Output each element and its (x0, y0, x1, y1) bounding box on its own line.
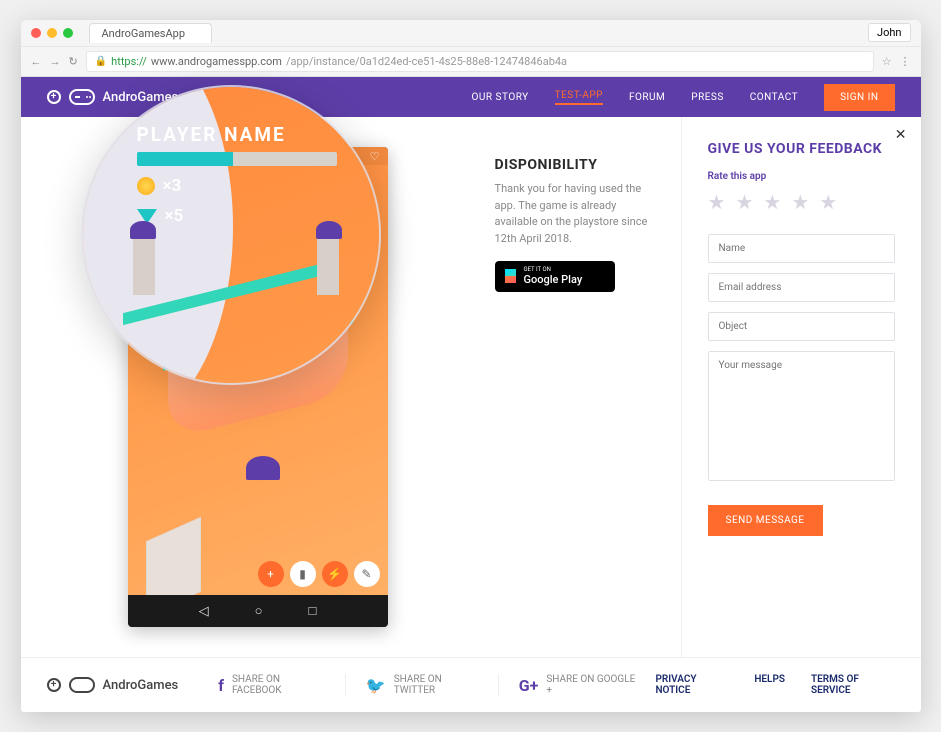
android-navbar: ◁ ○ □ (128, 595, 388, 627)
name-field[interactable] (708, 234, 895, 263)
share-googleplus[interactable]: G+ SHARE ON GOOGLE + (498, 674, 656, 696)
site-footer: + AndroGames f SHARE ON FACEBOOK 🐦 SHARE… (21, 657, 921, 712)
maximize-window-icon[interactable] (63, 28, 73, 38)
helps-link[interactable]: HELPS (754, 674, 785, 696)
share-tw-label: SHARE ON TWITTER (394, 674, 478, 696)
google-play-button[interactable]: GET IT ON Google Play (495, 261, 615, 292)
android-back-icon[interactable]: ◁ (199, 604, 209, 619)
minimize-window-icon[interactable] (47, 28, 57, 38)
twitter-icon: 🐦 (366, 676, 386, 695)
facebook-icon: f (218, 676, 224, 695)
feedback-panel: ✕ GIVE US YOUR FEEDBACK Rate this app ★ … (681, 117, 921, 657)
gplay-label: Google Play (524, 274, 583, 286)
feedback-form: SEND MESSAGE (708, 234, 895, 536)
share-gp-label: SHARE ON GOOGLE + (546, 674, 635, 696)
email-field[interactable] (708, 273, 895, 302)
nav-test-app[interactable]: TEST-APP (555, 90, 603, 105)
url-host: www.androgamesspp.com (151, 55, 282, 68)
menu-icon[interactable]: ⋮ (900, 55, 911, 68)
preview-column: ♡ + ▮ ⚡ ✎ (21, 117, 495, 657)
lock-icon: 🔒 (95, 56, 107, 67)
game-hud: PLAYER NAME ×3 ×5 (137, 123, 359, 226)
hp-bar (137, 152, 337, 166)
profile-chip[interactable]: John (868, 23, 910, 42)
coin-icon (137, 177, 155, 195)
nav-forum[interactable]: FORUM (629, 92, 665, 103)
google-play-icon (505, 269, 516, 283)
disponibility-title: DISPONIBILITY (495, 157, 661, 173)
star-3-icon[interactable]: ★ (763, 190, 781, 214)
url-path: /app/instance/0a1d24ed-ce51-4s25-88e8-12… (286, 55, 567, 68)
tos-link[interactable]: TERMS OF SERVICE (811, 674, 895, 696)
footer-brand-label: AndroGames (103, 678, 179, 693)
rate-label: Rate this app (708, 171, 895, 182)
share-fb-label: SHARE ON FACEBOOK (232, 674, 325, 696)
disponibility-text: Thank you for having used the app. The g… (495, 181, 661, 247)
browser-window: AndroGamesApp John ← → ↻ 🔒 https:// www.a… (21, 20, 921, 712)
star-5-icon[interactable]: ★ (819, 190, 837, 214)
reload-icon[interactable]: ↻ (69, 55, 78, 68)
action-item-icon[interactable]: ▮ (290, 561, 316, 587)
footer-brand[interactable]: + AndroGames (47, 677, 179, 693)
sign-in-button[interactable]: SIGN IN (824, 84, 894, 111)
nav-links: OUR STORY TEST-APP FORUM PRESS CONTACT S… (472, 84, 895, 111)
android-recent-icon[interactable]: □ (309, 603, 317, 619)
action-edit-icon[interactable]: ✎ (354, 561, 380, 587)
gem-count: ×5 (165, 206, 184, 226)
share-facebook[interactable]: f SHARE ON FACEBOOK (198, 674, 345, 696)
main-content: ♡ + ▮ ⚡ ✎ (21, 117, 921, 657)
magnifier-lens: PLAYER NAME ×3 ×5 (81, 85, 381, 385)
star-4-icon[interactable]: ★ (791, 190, 809, 214)
browser-tab[interactable]: AndroGamesApp (89, 23, 213, 43)
gamepad-icon (69, 677, 95, 693)
object-field[interactable] (708, 312, 895, 341)
close-window-icon[interactable] (31, 28, 41, 38)
action-plus-icon[interactable]: + (258, 561, 284, 587)
plus-icon: + (47, 678, 61, 692)
privacy-link[interactable]: PRIVACY NOTICE (655, 674, 728, 696)
url-scheme: https:// (111, 55, 147, 68)
nav-contact[interactable]: CONTACT (750, 92, 798, 103)
close-icon[interactable]: ✕ (895, 127, 907, 143)
player-name-label: PLAYER NAME (137, 123, 359, 146)
info-column: DISPONIBILITY Thank you for having used … (495, 117, 681, 657)
browser-chrome: AndroGamesApp John ← → ↻ 🔒 https:// www.a… (21, 20, 921, 77)
android-home-icon[interactable]: ○ (255, 603, 263, 619)
address-bar[interactable]: 🔒 https:// www.androgamesspp.com/app/inst… (86, 51, 874, 72)
back-icon[interactable]: ← (31, 55, 42, 68)
send-message-button[interactable]: SEND MESSAGE (708, 505, 823, 536)
bookmark-star-icon[interactable]: ☆ (882, 55, 892, 68)
rating-stars: ★ ★ ★ ★ ★ (708, 190, 895, 214)
feedback-title: GIVE US YOUR FEEDBACK (708, 141, 895, 157)
star-1-icon[interactable]: ★ (708, 190, 726, 214)
star-2-icon[interactable]: ★ (735, 190, 753, 214)
googleplus-icon: G+ (519, 676, 539, 695)
nav-our-story[interactable]: OUR STORY (472, 92, 529, 103)
window-controls[interactable] (21, 28, 83, 38)
nav-press[interactable]: PRESS (691, 92, 724, 103)
action-bolt-icon[interactable]: ⚡ (322, 561, 348, 587)
coin-count: ×3 (163, 176, 182, 196)
share-twitter[interactable]: 🐦 SHARE ON TWITTER (345, 674, 498, 696)
plus-icon: + (47, 90, 61, 104)
message-field[interactable] (708, 351, 895, 481)
forward-icon[interactable]: → (50, 55, 61, 68)
